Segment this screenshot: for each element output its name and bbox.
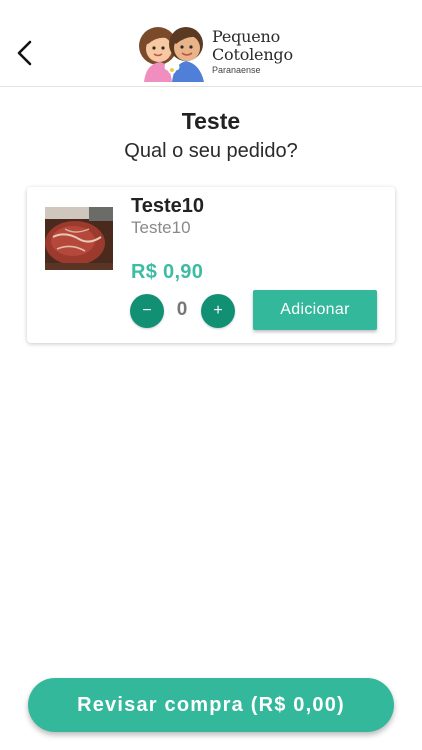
plus-icon: + (213, 302, 223, 319)
review-purchase-button[interactable]: Revisar compra (R$ 0,00) (28, 678, 394, 732)
brand-logo: Pequeno Cotolengo Paranaense (138, 24, 293, 84)
steak-photo-icon (45, 207, 113, 270)
logo-line-1: Pequeno (212, 27, 281, 46)
add-to-cart-button[interactable]: Adicionar (253, 290, 377, 330)
logo-line-2: Cotolengo (212, 45, 293, 64)
screen: Pequeno Cotolengo Paranaense Teste Qual … (0, 0, 422, 750)
back-button[interactable] (10, 38, 40, 68)
product-image (45, 207, 113, 270)
page-subtitle: Qual o seu pedido? (124, 140, 298, 162)
product-name: Teste10 (131, 195, 205, 217)
product-price: R$ 0,90 (131, 261, 204, 283)
increase-quantity-button[interactable]: + (201, 294, 235, 328)
product-card: Teste10 Teste10 R$ 0,90 − 0 + Adicionar (27, 187, 395, 343)
app-header: Pequeno Cotolengo Paranaense (0, 0, 422, 87)
chevron-left-icon (17, 40, 32, 66)
decrease-quantity-button[interactable]: − (130, 294, 164, 328)
logo-wordmark: Pequeno Cotolengo Paranaense (212, 27, 293, 76)
logo-line-3: Paranaense (212, 65, 261, 75)
product-description: Teste10 (131, 218, 191, 237)
minus-icon: − (142, 302, 152, 319)
quantity-value: 0 (176, 299, 188, 320)
children-mascot-icon (139, 27, 204, 82)
page-title: Teste (181, 108, 241, 134)
